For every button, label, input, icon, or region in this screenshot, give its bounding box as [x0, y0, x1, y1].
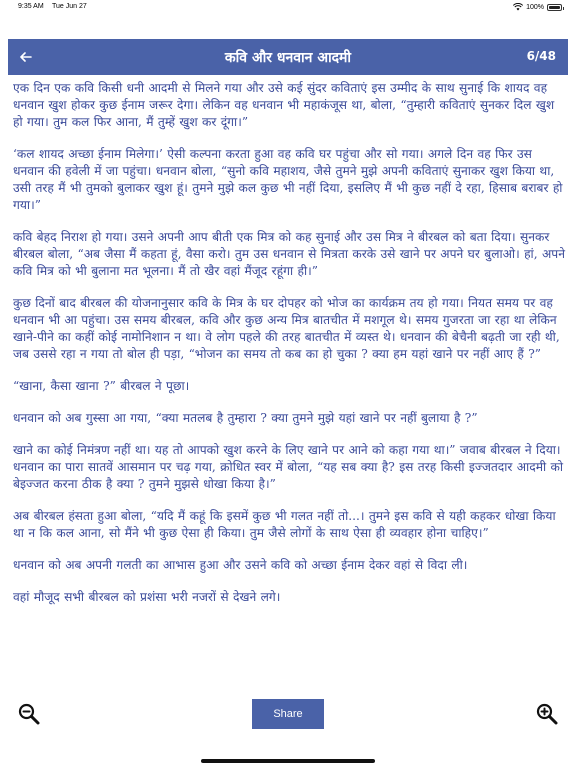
story-paragraph: “खाना, कैसा खाना ?” बीरबल ने पूछा।	[13, 379, 190, 393]
bottom-toolbar: Share	[0, 690, 576, 740]
home-indicator	[201, 759, 375, 763]
battery-percent: 100%	[526, 3, 544, 11]
story-paragraph: कुछ दिनों बाद बीरबल की योजनानुसार कवि के…	[13, 296, 560, 361]
story-paragraph: वहां मौजूद सभी बीरबल को प्रशंसा भरी नजरो…	[13, 590, 281, 604]
story-paragraph: धनवान को अब अपनी गलती का आभास हुआ और उसन…	[13, 558, 468, 572]
story-paragraph: कवि बेहद निराश हो गया। उसने अपनी आप बीती…	[13, 230, 565, 278]
story-paragraph: अब बीरबल हंसता हुआ बोला, “यदि मैं कहूं क…	[13, 509, 556, 540]
battery-icon	[547, 3, 564, 11]
status-bar: 9:35 AM Tue Jun 27 100%	[0, 0, 576, 14]
story-paragraph: खाने का कोई निमंत्रण नहीं था। यह तो आपको…	[13, 443, 564, 491]
status-time: 9:35 AM	[18, 3, 44, 10]
back-arrow-icon[interactable]	[16, 47, 36, 67]
wifi-icon	[513, 3, 524, 11]
story-paragraph: धनवान को अब गुस्सा आ गया, “क्या मतलब है …	[13, 411, 478, 425]
story-paragraph: ‘कल शायद अच्छा ईनाम मिलेगा।’ ऐसी कल्पना …	[13, 147, 563, 212]
page-indicator: 6/48	[526, 49, 556, 63]
status-right: 100%	[513, 3, 564, 11]
share-button[interactable]: Share	[252, 699, 324, 729]
zoom-out-icon[interactable]	[17, 702, 41, 726]
status-date: Tue Jun 27	[52, 3, 87, 10]
nav-bar: कवि और धनवान आदमी 6/48	[8, 39, 568, 75]
story-text: एक दिन एक कवि किसी धनी आदमी से मिलने गया…	[13, 80, 565, 621]
page-title: कवि और धनवान आदमी	[224, 49, 352, 66]
zoom-in-icon[interactable]	[535, 702, 559, 726]
story-paragraph: एक दिन एक कवि किसी धनी आदमी से मिलने गया…	[13, 81, 555, 129]
